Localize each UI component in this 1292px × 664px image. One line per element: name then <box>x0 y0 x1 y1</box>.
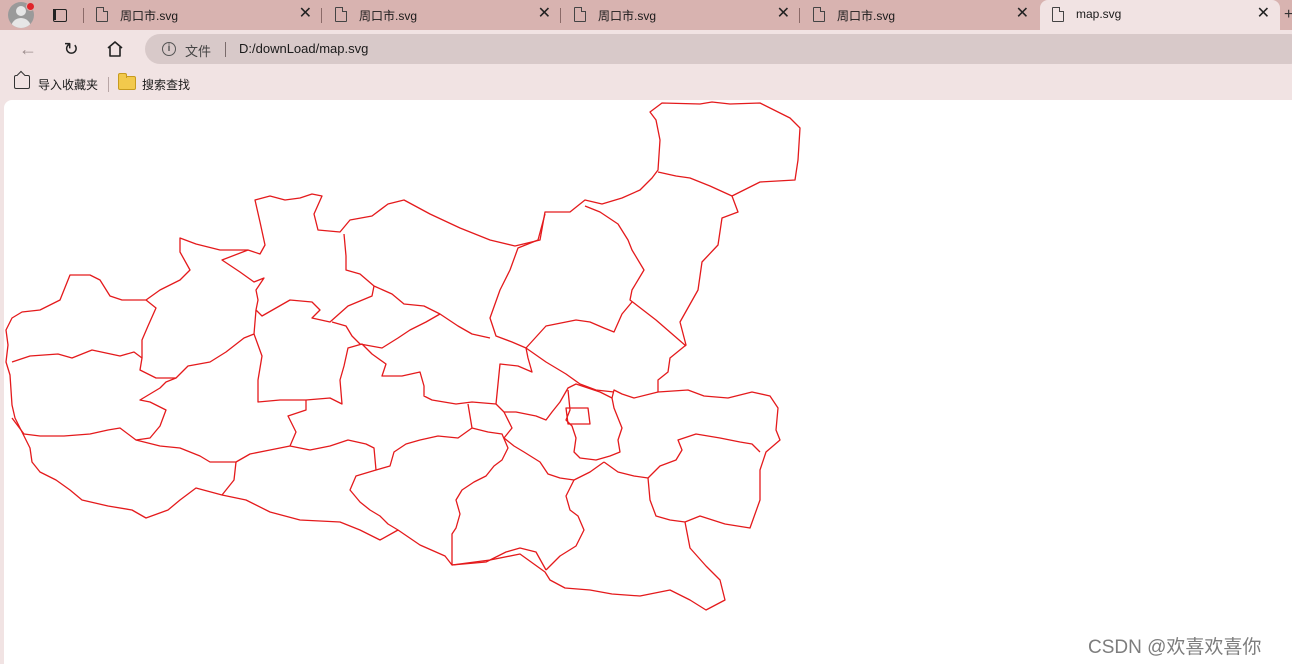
tab-4[interactable]: 周口市.svg ✕ <box>801 0 1039 30</box>
close-tab-icon[interactable]: ✕ <box>1016 5 1029 23</box>
boundary-line <box>657 171 733 197</box>
navigation-bar: ← ↻ i 文件 D:/downLoad/map.svg <box>0 30 1292 68</box>
notification-dot-icon <box>26 2 35 11</box>
tab-label: 周口市.svg <box>359 9 418 23</box>
boundary-line <box>451 547 547 571</box>
map-outline <box>5 101 801 611</box>
folder-icon <box>118 73 136 90</box>
close-tab-icon[interactable]: ✕ <box>1257 5 1270 23</box>
back-icon[interactable]: ← <box>15 36 41 62</box>
address-bar[interactable]: i 文件 D:/downLoad/map.svg <box>145 34 1292 64</box>
boundary-line <box>11 349 143 363</box>
page-content <box>4 100 1292 664</box>
avatar-head <box>16 6 26 16</box>
bookmark-separator <box>108 77 109 92</box>
tab-1[interactable]: 周口市.svg ✕ <box>84 0 322 30</box>
boundary-line <box>647 477 686 523</box>
tab-active-map[interactable]: map.svg ✕ <box>1040 0 1280 30</box>
boundary-line <box>451 427 509 565</box>
tab-separator <box>799 8 800 23</box>
close-tab-icon[interactable]: ✕ <box>299 5 312 23</box>
file-icon <box>813 7 825 22</box>
boundary-line <box>139 299 257 379</box>
address-separator <box>225 42 226 57</box>
file-icon <box>96 7 108 22</box>
tab-actions-icon[interactable] <box>48 5 72 25</box>
boundary-line <box>489 213 633 349</box>
tab-label: 周口市.svg <box>120 9 179 23</box>
file-icon <box>574 7 586 22</box>
boundary-line <box>584 205 687 347</box>
home-icon-svg <box>107 41 123 57</box>
boundary-line <box>343 233 491 339</box>
boundary-line <box>503 411 605 481</box>
watermark-text: CSDN @欢喜欢喜你 <box>1088 637 1262 658</box>
home-icon[interactable] <box>102 36 128 62</box>
bookmark-label: 导入收藏夹 <box>38 78 99 92</box>
boundary-line <box>331 313 441 349</box>
boundary-line <box>253 333 497 405</box>
bookmark-import-favorites[interactable]: 导入收藏夹 <box>14 74 104 94</box>
boundary-line <box>11 377 177 441</box>
bookmark-folder-search[interactable]: 搜索查找 <box>118 73 198 94</box>
info-icon[interactable]: i <box>162 42 176 56</box>
boundary-line <box>221 461 237 496</box>
close-tab-icon[interactable]: ✕ <box>777 5 790 23</box>
tab-strip: 周口市.svg ✕ 周口市.svg ✕ 周口市.svg ✕ 周口市.svg ✕ … <box>0 0 1292 30</box>
bookmark-label: 搜索查找 <box>142 78 191 92</box>
tab-2[interactable]: 周口市.svg ✕ <box>323 0 561 30</box>
scheme-label: 文件 <box>185 44 212 59</box>
new-tab-icon[interactable]: + <box>1284 6 1292 24</box>
boundary-line <box>565 389 623 461</box>
avatar-body <box>11 18 31 28</box>
close-tab-icon[interactable]: ✕ <box>538 5 551 23</box>
district-map <box>5 101 801 611</box>
boundary-line <box>349 469 399 531</box>
boundary-line <box>545 479 585 571</box>
boundary-line <box>495 347 659 421</box>
tab-separator <box>321 8 322 23</box>
file-icon <box>1052 7 1064 22</box>
url-text[interactable]: D:/downLoad/map.svg <box>239 41 368 56</box>
boundary-line <box>221 249 375 323</box>
boundary-line <box>135 400 307 463</box>
import-icon <box>14 75 30 89</box>
reload-icon[interactable]: ↻ <box>58 36 84 62</box>
tab-separator <box>560 8 561 23</box>
tab-actions-bar <box>53 9 56 20</box>
tab-label: map.svg <box>1076 7 1122 21</box>
tab-3[interactable]: 周口市.svg ✕ <box>562 0 800 30</box>
boundary-line <box>525 347 615 393</box>
tab-label: 周口市.svg <box>598 9 657 23</box>
boundary-line <box>289 403 473 471</box>
bookmarks-bar: 导入收藏夹 搜索查找 <box>0 68 1292 99</box>
tab-label: 周口市.svg <box>837 9 896 23</box>
boundary-line <box>603 433 761 479</box>
file-icon <box>335 7 347 22</box>
